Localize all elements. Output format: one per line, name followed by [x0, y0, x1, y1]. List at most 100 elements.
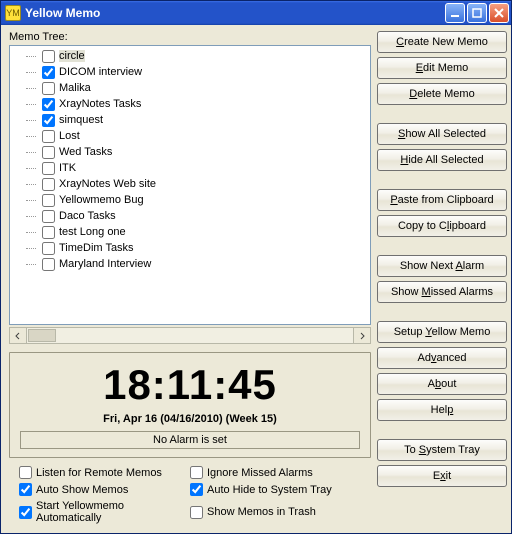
scroll-track[interactable] — [57, 328, 353, 343]
clock-panel: 18:11:45 Fri, Apr 16 (04/16/2010) (Week … — [9, 352, 371, 458]
tree-item-label: test Long one — [59, 226, 126, 238]
tree-hscrollbar[interactable] — [9, 327, 371, 344]
alarm-status: No Alarm is set — [20, 431, 360, 449]
tree-label: Memo Tree: — [9, 31, 371, 43]
tree-item-label: Lost — [59, 130, 80, 142]
tree-item-label: ITK — [59, 162, 76, 174]
app-window: YM Yellow Memo Memo Tree: circleDICOM in… — [0, 0, 512, 534]
tree-item[interactable]: Wed Tasks — [14, 144, 368, 160]
option-auto-show[interactable]: Auto Show Memos — [19, 483, 190, 496]
tree-connector — [26, 168, 36, 169]
option-start-auto[interactable]: Start Yellowmemo Automatically — [19, 500, 190, 524]
tree-checkbox[interactable] — [42, 66, 55, 79]
option-listen-remote[interactable]: Listen for Remote Memos — [19, 466, 190, 479]
tree-item-label: Maryland Interview — [59, 258, 151, 270]
option-checkbox[interactable] — [190, 483, 203, 496]
tree-checkbox[interactable] — [42, 194, 55, 207]
tree-item[interactable]: Malika — [14, 80, 368, 96]
tree-checkbox[interactable] — [42, 210, 55, 223]
tree-checkbox[interactable] — [42, 242, 55, 255]
tree-connector — [26, 104, 36, 105]
exit-button[interactable]: Exit — [377, 465, 507, 487]
option-checkbox[interactable] — [19, 506, 32, 519]
about-button[interactable]: About — [377, 373, 507, 395]
tree-item-label: Yellowmemo Bug — [59, 194, 144, 206]
tree-item[interactable]: XrayNotes Tasks — [14, 96, 368, 112]
tree-checkbox[interactable] — [42, 114, 55, 127]
tree-checkbox[interactable] — [42, 50, 55, 63]
minimize-button[interactable] — [445, 3, 465, 23]
delete-button[interactable]: Delete Memo — [377, 83, 507, 105]
tree-connector — [26, 136, 36, 137]
tree-connector — [26, 200, 36, 201]
tree-connector — [26, 56, 36, 57]
option-label: Auto Hide to System Tray — [207, 484, 332, 496]
tree-item[interactable]: test Long one — [14, 224, 368, 240]
clock-time: 18:11:45 — [20, 361, 360, 409]
client-area: Memo Tree: circle DICOM interview Malika Xr… — [1, 25, 511, 533]
tree-item-label: Wed Tasks — [59, 146, 112, 158]
scroll-right-arrow[interactable] — [353, 328, 370, 343]
tree-item[interactable]: XrayNotes Web site — [14, 176, 368, 192]
option-auto-hide[interactable]: Auto Hide to System Tray — [190, 483, 361, 496]
tree-connector — [26, 88, 36, 89]
tree-item[interactable]: circle — [14, 48, 368, 64]
tree-item[interactable]: ITK — [14, 160, 368, 176]
tree-item-label: XrayNotes Tasks — [59, 98, 141, 110]
next-alarm-button[interactable]: Show Next Alarm — [377, 255, 507, 277]
tree-item-label: Malika — [59, 82, 91, 94]
paste-button[interactable]: Paste from Clipboard — [377, 189, 507, 211]
create-button[interactable]: Create New Memo — [377, 31, 507, 53]
tree-connector — [26, 216, 36, 217]
tree-connector — [26, 232, 36, 233]
tree-item[interactable]: DICOM interview — [14, 64, 368, 80]
tree-checkbox[interactable] — [42, 162, 55, 175]
tree-item-label: Daco Tasks — [59, 210, 116, 222]
advanced-button[interactable]: Advanced — [377, 347, 507, 369]
tree-item[interactable]: Yellowmemo Bug — [14, 192, 368, 208]
tree-checkbox[interactable] — [42, 258, 55, 271]
tree-item[interactable]: Daco Tasks — [14, 208, 368, 224]
option-checkbox[interactable] — [19, 483, 32, 496]
tree-checkbox[interactable] — [42, 146, 55, 159]
chevron-right-icon — [358, 332, 366, 340]
tree-item-label: TimeDim Tasks — [59, 242, 134, 254]
missed-alarms-button[interactable]: Show Missed Alarms — [377, 281, 507, 303]
option-show-trash[interactable]: Show Memos in Trash — [190, 500, 361, 524]
copy-button[interactable]: Copy to Clipboard — [377, 215, 507, 237]
option-checkbox[interactable] — [190, 466, 203, 479]
option-checkbox[interactable] — [190, 506, 203, 519]
setup-button[interactable]: Setup Yellow Memo — [377, 321, 507, 343]
option-checkbox[interactable] — [19, 466, 32, 479]
tree-item-label: circle — [59, 50, 85, 62]
scroll-thumb[interactable] — [28, 329, 56, 342]
hide-sel-button[interactable]: Hide All Selected — [377, 149, 507, 171]
option-label: Show Memos in Trash — [207, 506, 316, 518]
app-icon: YM — [5, 5, 21, 21]
edit-button[interactable]: Edit Memo — [377, 57, 507, 79]
option-label: Ignore Missed Alarms — [207, 467, 313, 479]
tree-item[interactable]: Maryland Interview — [14, 256, 368, 272]
tree-item[interactable]: simquest — [14, 112, 368, 128]
tree-checkbox[interactable] — [42, 82, 55, 95]
tree-connector — [26, 264, 36, 265]
show-sel-button[interactable]: Show All Selected — [377, 123, 507, 145]
chevron-left-icon — [14, 332, 22, 340]
minimize-icon — [450, 8, 460, 18]
maximize-button[interactable] — [467, 3, 487, 23]
tree-item[interactable]: Lost — [14, 128, 368, 144]
tree-checkbox[interactable] — [42, 226, 55, 239]
option-label: Start Yellowmemo Automatically — [36, 500, 190, 524]
close-button[interactable] — [489, 3, 509, 23]
tree-checkbox[interactable] — [42, 178, 55, 191]
tree-connector — [26, 72, 36, 73]
clock-date: Fri, Apr 16 (04/16/2010) (Week 15) — [20, 413, 360, 425]
tree-item[interactable]: TimeDim Tasks — [14, 240, 368, 256]
tree-checkbox[interactable] — [42, 130, 55, 143]
option-ignore-missed[interactable]: Ignore Missed Alarms — [190, 466, 361, 479]
to-tray-button[interactable]: To System Tray — [377, 439, 507, 461]
memo-tree[interactable]: circle DICOM interview Malika XrayNotes Tas… — [9, 45, 371, 325]
tree-checkbox[interactable] — [42, 98, 55, 111]
scroll-left-arrow[interactable] — [10, 328, 27, 343]
help-button[interactable]: Help — [377, 399, 507, 421]
